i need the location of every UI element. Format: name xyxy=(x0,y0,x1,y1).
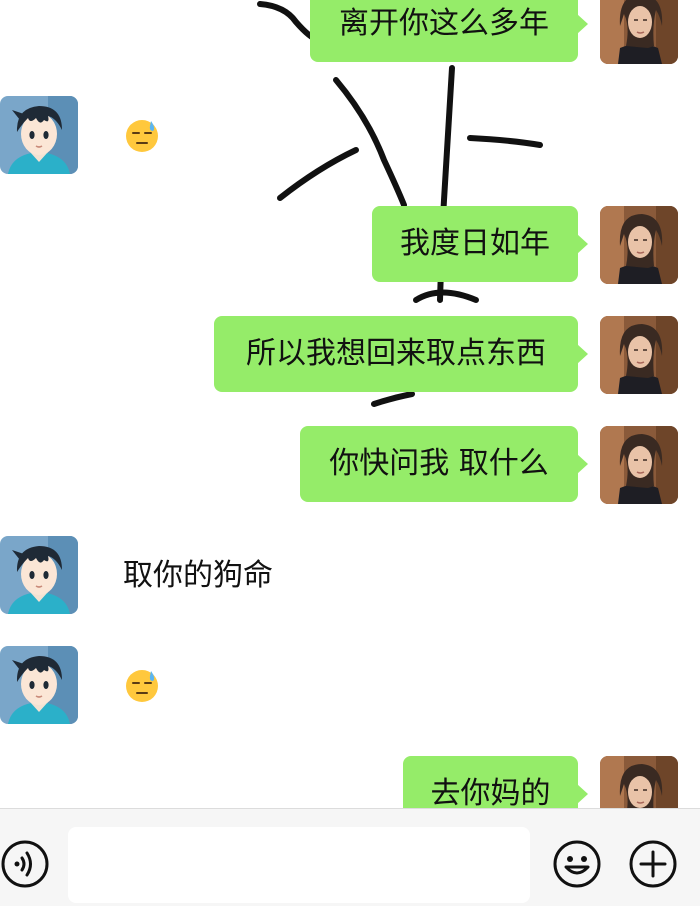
photo-avatar-icon xyxy=(600,206,678,284)
message-received[interactable]: 取你的狗命 xyxy=(123,556,273,596)
photo-avatar-icon xyxy=(600,0,678,64)
receiver-avatar[interactable] xyxy=(0,96,78,174)
message-bubble-sent[interactable]: 你快问我 取什么 xyxy=(300,426,588,502)
sender-avatar[interactable] xyxy=(600,206,678,284)
sender-avatar[interactable] xyxy=(600,0,678,64)
photo-avatar-icon xyxy=(600,426,678,504)
sweat-face-emoji xyxy=(123,666,161,704)
message-bubble-sent[interactable]: 离开你这么多年 xyxy=(310,0,588,62)
stick-figure-doodle xyxy=(257,1,543,407)
anime-avatar-icon xyxy=(0,96,78,174)
chat-area[interactable]: 离开你这么多年 我度日如年 所以我想回来取点东西 你快问我 取什么 取你的狗命 … xyxy=(0,0,700,808)
receiver-avatar[interactable] xyxy=(0,536,78,614)
anime-avatar-icon xyxy=(0,646,78,724)
message-bubble-sent[interactable]: 去你妈的 xyxy=(403,756,588,808)
anime-avatar-icon xyxy=(0,536,78,614)
sender-avatar[interactable] xyxy=(600,756,678,808)
receiver-avatar[interactable] xyxy=(0,646,78,724)
message-input[interactable] xyxy=(68,827,530,903)
plus-icon[interactable] xyxy=(628,839,678,889)
message-bubble-sent[interactable]: 我度日如年 xyxy=(372,206,588,282)
photo-avatar-icon xyxy=(600,756,678,808)
photo-avatar-icon xyxy=(600,316,678,394)
sender-avatar[interactable] xyxy=(600,316,678,394)
sweat-face-emoji xyxy=(123,116,161,154)
message-bubble-sent[interactable]: 所以我想回来取点东西 xyxy=(214,316,588,392)
sender-avatar[interactable] xyxy=(600,426,678,504)
emoji-icon[interactable] xyxy=(552,839,602,889)
voice-icon[interactable] xyxy=(0,839,50,889)
input-bar xyxy=(0,808,700,906)
